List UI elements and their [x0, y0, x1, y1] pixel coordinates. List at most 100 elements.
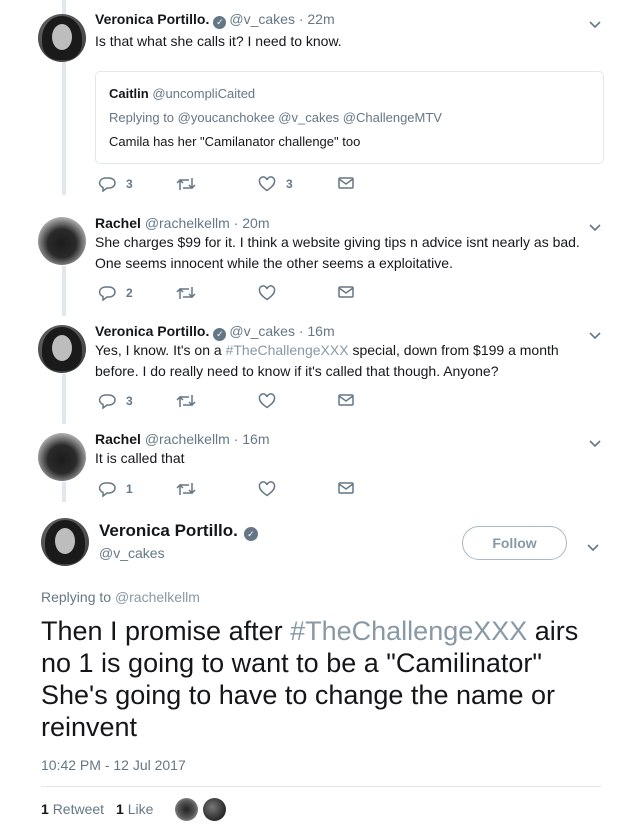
author-handle[interactable]: @v_cakes	[229, 11, 295, 27]
replying-to-link[interactable]: @rachelkellm	[115, 589, 200, 605]
chevron-down-icon[interactable]	[589, 327, 601, 340]
hashtag-link[interactable]: #TheChallengeXXX	[226, 342, 349, 358]
quote-replying: Replying to @youcanchokee @v_cakes @Chal…	[109, 110, 442, 125]
verified-icon: ✓	[243, 527, 258, 541]
dm-button[interactable]	[338, 176, 354, 190]
dm-button[interactable]	[338, 481, 354, 495]
reply-icon	[98, 177, 116, 192]
tweet-time[interactable]: · 22m	[299, 11, 335, 27]
retweet-button[interactable]	[176, 393, 196, 409]
reply-icon	[98, 394, 116, 409]
quote-header: Caitlin @uncompliCaited	[109, 86, 255, 101]
author-name[interactable]: Rachel	[95, 215, 141, 231]
avatar[interactable]	[38, 325, 86, 373]
retweet-button[interactable]	[176, 176, 206, 192]
reply-icon	[98, 482, 116, 497]
tweet-header: Rachel @rachelkellm · 16m	[95, 431, 270, 447]
main-avatar[interactable]	[41, 518, 89, 566]
thread-tweet[interactable]: Veronica Portillo. ✓ @v_cakes · 16m Yes, I…	[0, 313, 621, 421]
tweet-timestamp[interactable]: 10:42 PM - 12 Jul 2017	[41, 757, 186, 773]
author-name[interactable]: Veronica Portillo.	[95, 11, 209, 27]
thread-tweet[interactable]: Veronica Portillo. ✓ @v_cakes · 22m Is tha…	[0, 0, 621, 205]
thread-tweet[interactable]: Rachel @rachelkellm · 20m She charges $9…	[0, 205, 621, 313]
follow-button[interactable]: Follow	[462, 526, 567, 560]
chevron-down-icon[interactable]	[589, 435, 601, 448]
tweet-actions: 1	[98, 481, 358, 499]
reply-icon	[98, 286, 116, 301]
tweet-stats: 1 Retweet 1 Like	[41, 801, 153, 817]
text-segment: special, down from $199 a month	[348, 342, 559, 358]
like-icon	[258, 176, 276, 192]
tweet-text: She charges $99 for it. I think a websit…	[95, 232, 605, 274]
tweet-header: Veronica Portillo. ✓ @v_cakes · 16m	[95, 323, 335, 341]
avatar[interactable]	[38, 14, 86, 62]
tweet-time[interactable]: · 20m	[234, 215, 270, 231]
like-count: 3	[286, 177, 293, 191]
text-segment: Then I promise after	[41, 616, 291, 646]
author-handle[interactable]: @v_cakes	[229, 323, 295, 339]
main-tweet-text: Then I promise after #TheChallengeXXX ai…	[41, 615, 601, 743]
retweets-stat[interactable]: 1 Retweet	[41, 801, 104, 817]
tweet-actions: 2	[98, 285, 358, 303]
reply-button[interactable]: 1	[98, 481, 133, 497]
tweet-text-line: She charges $99 for it. I think a websit…	[95, 234, 580, 250]
text-segment: Yes, I know. It's on a	[95, 342, 226, 358]
like-button[interactable]: 3	[258, 176, 293, 192]
dm-icon	[338, 482, 354, 494]
mini-avatar[interactable]	[175, 798, 198, 821]
main-author-name-text[interactable]: Veronica Portillo.	[99, 521, 238, 540]
tweet-time[interactable]: · 16m	[299, 323, 335, 339]
main-author-handle[interactable]: @v_cakes	[99, 545, 165, 561]
dm-icon	[338, 177, 354, 189]
avatar[interactable]	[38, 217, 86, 265]
chevron-down-icon[interactable]	[589, 16, 601, 29]
verified-icon: ✓	[213, 16, 227, 29]
dm-button[interactable]	[338, 285, 354, 299]
thread-tweet[interactable]: Rachel @rachelkellm · 16m It is called t…	[0, 421, 621, 509]
author-handle[interactable]: @rachelkellm	[145, 215, 230, 231]
tweet-text: Yes, I know. It's on a #TheChallengeXXX …	[95, 340, 595, 382]
tweet-text-line: before. I do really need to know if it's…	[95, 363, 499, 379]
chevron-down-icon[interactable]	[589, 219, 601, 232]
tweet-header: Rachel @rachelkellm · 20m	[95, 215, 270, 231]
like-button[interactable]	[258, 285, 276, 301]
tweet-actions: 3	[98, 393, 358, 411]
like-icon	[258, 285, 276, 301]
likes-stat[interactable]: 1 Like	[116, 801, 153, 817]
tweet-time[interactable]: · 16m	[234, 431, 270, 447]
author-name[interactable]: Veronica Portillo.	[95, 323, 209, 339]
retweet-icon	[176, 395, 196, 407]
reply-button[interactable]: 3	[98, 176, 133, 192]
quoted-tweet[interactable]: Caitlin @uncompliCaited Replying to @you…	[95, 71, 604, 164]
main-author-name[interactable]: Veronica Portillo. ✓	[99, 521, 261, 541]
reply-count: 3	[126, 177, 133, 191]
quote-author-handle: @uncompliCaited	[152, 86, 256, 101]
retweet-button[interactable]	[176, 481, 196, 497]
quote-author-name: Caitlin	[109, 86, 149, 101]
reply-button[interactable]: 3	[98, 393, 133, 409]
divider	[41, 786, 601, 787]
avatar[interactable]	[38, 433, 86, 481]
retweet-icon	[176, 287, 196, 299]
reply-count: 3	[126, 394, 133, 408]
tweet-text-line: Yes, I know. It's on a #TheChallengeXXX …	[95, 340, 595, 361]
chevron-down-icon[interactable]	[587, 539, 599, 552]
hashtag-link[interactable]: #TheChallengeXXX	[290, 616, 527, 646]
replying-to: Replying to @rachelkellm	[41, 589, 200, 605]
dm-button[interactable]	[338, 393, 354, 407]
reply-button[interactable]: 2	[98, 285, 133, 301]
reply-count: 1	[126, 482, 133, 496]
like-icon	[258, 393, 276, 409]
retweet-icon	[176, 178, 196, 190]
like-button[interactable]	[258, 393, 276, 409]
tweet-text-line: One seems innocent while the other seems…	[95, 255, 453, 271]
retweet-button[interactable]	[176, 285, 196, 301]
tweet-text: It is called that	[95, 450, 185, 466]
like-button[interactable]	[258, 481, 276, 497]
author-name[interactable]: Rachel	[95, 431, 141, 447]
dm-icon	[338, 286, 354, 298]
author-handle[interactable]: @rachelkellm	[145, 431, 230, 447]
tweet-text: Is that what she calls it? I need to kno…	[95, 33, 342, 49]
quote-text: Camila has her "Camilanator challenge" t…	[109, 134, 361, 149]
mini-avatar[interactable]	[203, 798, 226, 821]
